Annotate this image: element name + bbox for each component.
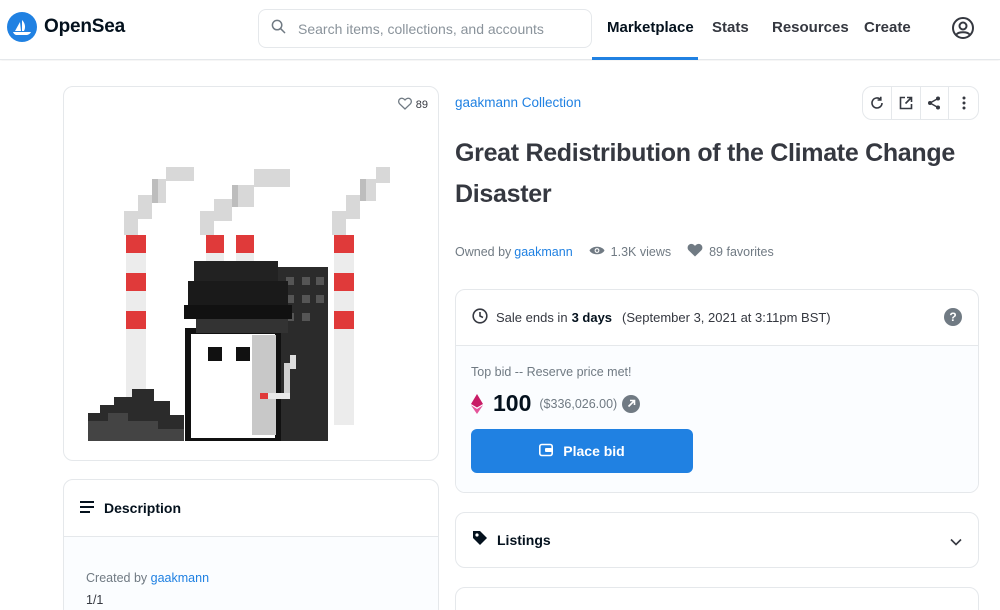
chevron-down-icon (950, 533, 962, 551)
sale-ends-value: 3 days (571, 310, 613, 325)
description-panel: Description Created by gaakmann 1/1 (63, 479, 439, 610)
description-icon (80, 500, 94, 516)
sale-ends-date: (September 3, 2021 at 3:11pm BST) (622, 310, 831, 325)
sale-panel: Sale ends in 3 days (September 3, 2021 a… (455, 289, 979, 493)
price-value: 100 (493, 390, 532, 416)
refresh-icon[interactable] (863, 87, 892, 119)
nav-create[interactable]: Create (864, 19, 911, 36)
asset-title: Great Redistribution of the Climate Chan… (455, 139, 955, 208)
place-bid-button[interactable]: Place bid (471, 429, 693, 473)
asset-image-card: 89 (63, 86, 439, 461)
favorites-stat[interactable]: 89 favorites (687, 243, 774, 260)
logo-text: OpenSea (44, 16, 125, 37)
place-bid-label: Place bid (563, 443, 625, 459)
favorites-count: 89 favorites (709, 244, 774, 259)
description-header[interactable]: Description (64, 480, 438, 537)
more-icon[interactable] (949, 87, 978, 119)
price-usd: ($336,026.00) (539, 396, 618, 411)
favorite-button[interactable]: 89 (397, 97, 428, 113)
external-link-icon[interactable] (892, 87, 921, 119)
wallet-icon (539, 443, 554, 460)
created-by-label: Created by (86, 571, 148, 585)
share-icon[interactable] (921, 87, 950, 119)
asset-toolbar (862, 86, 979, 120)
search-bar[interactable] (258, 9, 592, 48)
views-count: 1.3K views (610, 244, 672, 259)
edition-text: 1/1 (86, 593, 104, 607)
description-body: Created by gaakmann 1/1 (64, 537, 438, 610)
owned-by-label: Owned by (455, 244, 512, 259)
nav-marketplace[interactable]: Marketplace (607, 19, 694, 36)
opensea-logo-icon (7, 12, 37, 42)
eye-icon (589, 245, 605, 259)
creator-link[interactable]: gaakmann (151, 571, 209, 585)
owner-link[interactable]: gaakmann (514, 245, 572, 259)
nft-artwork-image[interactable] (88, 165, 416, 441)
sale-timer: Sale ends in 3 days (September 3, 2021 a… (456, 290, 978, 346)
arrow-up-right-icon[interactable] (622, 394, 641, 413)
clock-icon (472, 308, 488, 327)
asset-meta: Owned by gaakmann 1.3K views 89 favorite… (455, 243, 774, 260)
favorite-count: 89 (415, 99, 428, 111)
active-nav-indicator (592, 57, 698, 60)
opensea-logo[interactable]: OpenSea (7, 12, 125, 42)
description-title: Description (104, 500, 182, 516)
collection-link[interactable]: gaakmann Collection (455, 95, 581, 110)
heart-icon (397, 97, 412, 113)
sale-ends-prefix: Sale ends in (496, 310, 568, 325)
sale-body: Top bid -- Reserve price met! 100 ($336,… (456, 346, 978, 492)
top-navbar: OpenSea Marketplace Stats Resources Crea… (0, 0, 1000, 60)
listings-title: Listings (497, 532, 551, 548)
eth-icon (471, 393, 483, 414)
account-circle-icon[interactable] (951, 16, 975, 40)
price-row: 100 ($336,026.00) (471, 390, 978, 417)
views-stat: 1.3K views (589, 245, 671, 259)
heart-filled-icon (687, 243, 703, 260)
top-bid-label: Top bid -- Reserve price met! (471, 365, 632, 379)
offers-panel (455, 587, 979, 610)
tag-icon (472, 530, 488, 551)
search-input[interactable] (298, 20, 578, 37)
nav-resources[interactable]: Resources (772, 19, 849, 36)
help-icon[interactable]: ? (944, 308, 962, 326)
nav-stats[interactable]: Stats (712, 19, 749, 36)
listings-panel[interactable]: Listings (455, 512, 979, 568)
search-icon (271, 19, 286, 39)
